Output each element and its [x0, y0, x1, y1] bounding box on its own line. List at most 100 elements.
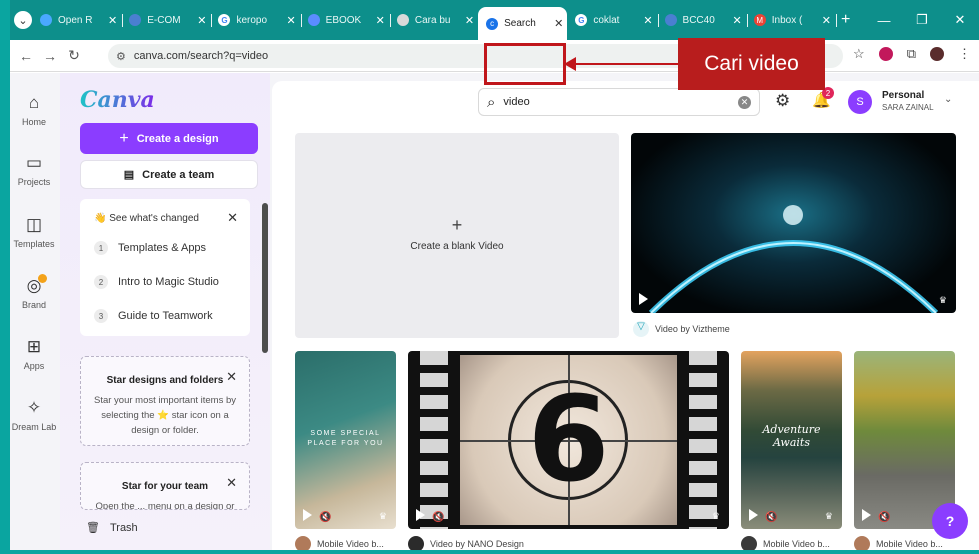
rail-item-apps[interactable]: ⊞ Apps [10, 337, 58, 371]
close-tab-icon[interactable]: ✕ [286, 14, 295, 27]
trash-link[interactable]: 🗑 Trash [86, 521, 138, 535]
play-icon[interactable] [416, 509, 425, 521]
star-designs-title: Star designs and folders [106, 375, 224, 386]
canva-app: ⌂ Home ▭ Projects ◫ Templates ◎ Brand ⊞ … [10, 73, 979, 550]
restore-icon[interactable]: ❐ [903, 12, 941, 28]
video-thumbnail[interactable]: SOME SPECIAL PLACE FOR YOU 🔇 ♛ [295, 351, 396, 529]
minimize-icon[interactable]: — [865, 13, 903, 28]
new-tab-button[interactable]: + [841, 11, 850, 29]
canva-logo[interactable]: Canva [80, 87, 155, 113]
browser-tab-active[interactable]: c Search ✕ [478, 7, 568, 40]
search-input[interactable]: ⌕ video ✕ [478, 88, 760, 116]
clear-search-icon[interactable]: ✕ [738, 96, 751, 109]
forward-arrow-icon[interactable]: → [38, 48, 62, 64]
profile-avatar[interactable] [930, 47, 944, 61]
close-tab-icon[interactable]: ✕ [733, 14, 742, 27]
video-caption[interactable]: Mobile Video b... [741, 536, 830, 550]
rail-item-templates[interactable]: ◫ Templates [10, 215, 58, 249]
countdown-number: 6 [527, 370, 610, 508]
rail-item-brand[interactable]: ◎ Brand [10, 274, 58, 310]
browser-tab[interactable]: G coklat ✕ [567, 5, 659, 35]
caption-text: Video by NANO Design [430, 539, 524, 549]
video-caption[interactable]: Video by NANO Design [408, 536, 524, 550]
apps-icon: ⊞ [26, 337, 42, 356]
panel-scrollbar[interactable] [262, 203, 268, 353]
browser-tab[interactable]: E-COM ✕ [121, 5, 213, 35]
caption-text: Mobile Video b... [763, 539, 830, 549]
browser-menu-icon[interactable]: ⋮ [958, 46, 971, 62]
creator-avatar [854, 536, 870, 550]
chevron-down-icon[interactable]: ⌄ [944, 94, 952, 105]
close-window-icon[interactable]: ✕ [941, 12, 979, 28]
play-icon[interactable] [862, 509, 871, 521]
star-team-body: Open the ... menu on a design or [95, 501, 235, 510]
whats-new-title: 👋 See what's changed [94, 213, 199, 224]
close-tab-icon[interactable]: ✕ [465, 14, 474, 27]
star-team-title: Star for your team [121, 481, 209, 492]
close-tab-icon[interactable]: ✕ [822, 14, 831, 27]
video-thumbnail-featured[interactable]: ♛ [631, 133, 956, 313]
tab-title: Search [504, 18, 536, 29]
thumbnail-text: SOME SPECIAL PLACE FOR YOU [307, 430, 384, 447]
browser-tab[interactable]: Open R ✕ [32, 5, 124, 35]
create-team-button[interactable]: ▤ Create a team [80, 160, 258, 189]
bookmark-star-icon[interactable]: ☆ [853, 46, 865, 62]
video-thumbnail[interactable]: 🔇 ♛ [854, 351, 955, 529]
browser-tab[interactable]: Cara bu ✕ [389, 5, 478, 35]
film-strip-left [420, 351, 448, 529]
reload-icon[interactable]: ↻ [62, 47, 86, 64]
extension-icon[interactable] [878, 47, 893, 61]
video-thumbnail[interactable]: 6 🔇 ♛ [408, 351, 729, 529]
browser-tab[interactable]: EBOOK ✕ [300, 5, 391, 35]
create-blank-video-card[interactable]: + Create a blank Video [295, 133, 619, 338]
browser-tab[interactable]: BCC40 ✕ [657, 5, 748, 35]
close-tab-icon[interactable]: ✕ [197, 14, 206, 27]
play-icon[interactable] [749, 509, 758, 521]
close-tab-icon[interactable]: ✕ [554, 17, 563, 30]
tab-title: keropo [236, 14, 268, 26]
annotation-highlight-box [484, 43, 566, 85]
close-icon[interactable]: ✕ [227, 210, 238, 226]
browser-tab[interactable]: M Inbox ( ✕ [746, 5, 837, 35]
extensions-puzzle-icon[interactable]: ⧉ [907, 46, 916, 62]
countdown-frame: 6 [460, 355, 677, 525]
account-type[interactable]: Personal [882, 90, 924, 101]
step-number: 3 [94, 309, 108, 323]
whats-new-item[interactable]: 2 Intro to Magic Studio [94, 275, 219, 289]
video-caption[interactable]: ▽ Video by Viztheme [633, 321, 730, 337]
whats-new-item[interactable]: 3 Guide to Teamwork [94, 309, 213, 323]
account-avatar[interactable]: S [848, 90, 872, 114]
tab-favicon-icon [664, 14, 677, 26]
mute-icon[interactable]: 🔇 [319, 512, 331, 523]
mute-icon[interactable]: 🔇 [878, 512, 890, 523]
close-icon[interactable]: ✕ [226, 369, 237, 385]
close-tab-icon[interactable]: ✕ [108, 14, 117, 27]
help-button[interactable]: ? [932, 503, 968, 539]
tab-search-chevron-icon[interactable]: ⌄ [14, 11, 32, 29]
play-icon[interactable] [303, 509, 312, 521]
browser-tab[interactable]: G keropo ✕ [210, 5, 302, 35]
whats-new-item[interactable]: 1 Templates & Apps [94, 241, 206, 255]
site-settings-icon[interactable]: ⚙ [116, 50, 126, 63]
create-team-label: Create a team [142, 168, 215, 181]
video-caption[interactable]: Mobile Video b... [854, 536, 943, 550]
annotation-label: Cari video [678, 38, 825, 90]
rail-item-dream-lab[interactable]: ✧ Dream Lab [10, 398, 58, 432]
close-tab-icon[interactable]: ✕ [376, 14, 385, 27]
account-name: SARA ZAINAL [882, 103, 934, 112]
film-strip-right [689, 351, 717, 529]
crown-icon: ♛ [824, 511, 833, 521]
close-icon[interactable]: ✕ [226, 475, 237, 491]
mute-icon[interactable]: 🔇 [765, 512, 777, 523]
close-tab-icon[interactable]: ✕ [643, 14, 652, 27]
back-arrow-icon[interactable]: ← [14, 48, 38, 64]
home-icon: ⌂ [28, 93, 40, 112]
rail-item-projects[interactable]: ▭ Projects [10, 153, 58, 187]
mute-icon[interactable]: 🔇 [432, 512, 444, 523]
video-caption[interactable]: Mobile Video b... [295, 536, 384, 550]
rail-item-home[interactable]: ⌂ Home [10, 93, 58, 127]
video-thumbnail[interactable]: Adventure Awaits 🔇 ♛ [741, 351, 842, 529]
settings-gear-icon[interactable]: ⚙ [775, 91, 790, 111]
create-design-button[interactable]: + Create a design [80, 123, 258, 154]
play-icon[interactable] [639, 293, 648, 305]
